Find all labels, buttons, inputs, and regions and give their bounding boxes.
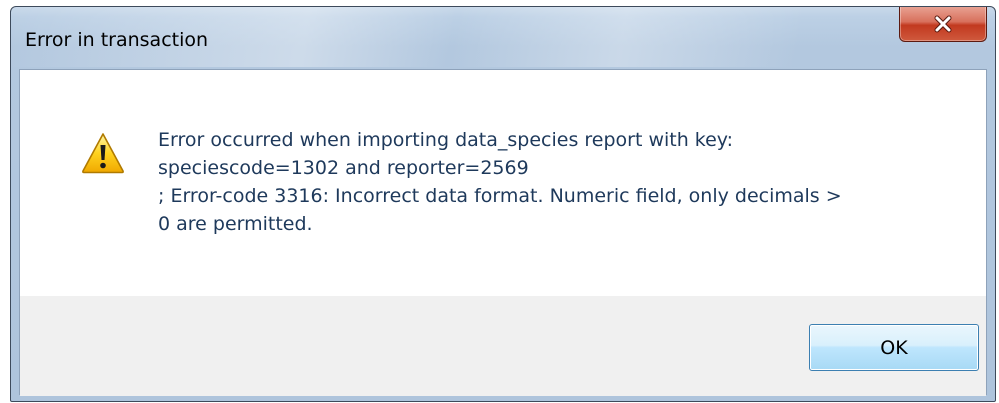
- message-area: Error occurred when importing data_speci…: [20, 70, 986, 296]
- warning-icon: [82, 133, 124, 174]
- dialog-body: Error occurred when importing data_speci…: [19, 69, 987, 396]
- title-bar[interactable]: Error in transaction: [11, 7, 995, 69]
- button-bar: OK: [20, 296, 986, 396]
- ok-button[interactable]: OK: [809, 324, 979, 371]
- dialog-title: Error in transaction: [25, 29, 209, 51]
- close-icon: [934, 15, 952, 32]
- close-button[interactable]: [899, 7, 987, 42]
- error-dialog: Error in transaction Error occurred when…: [10, 6, 996, 402]
- error-message: Error occurred when importing data_speci…: [158, 129, 842, 235]
